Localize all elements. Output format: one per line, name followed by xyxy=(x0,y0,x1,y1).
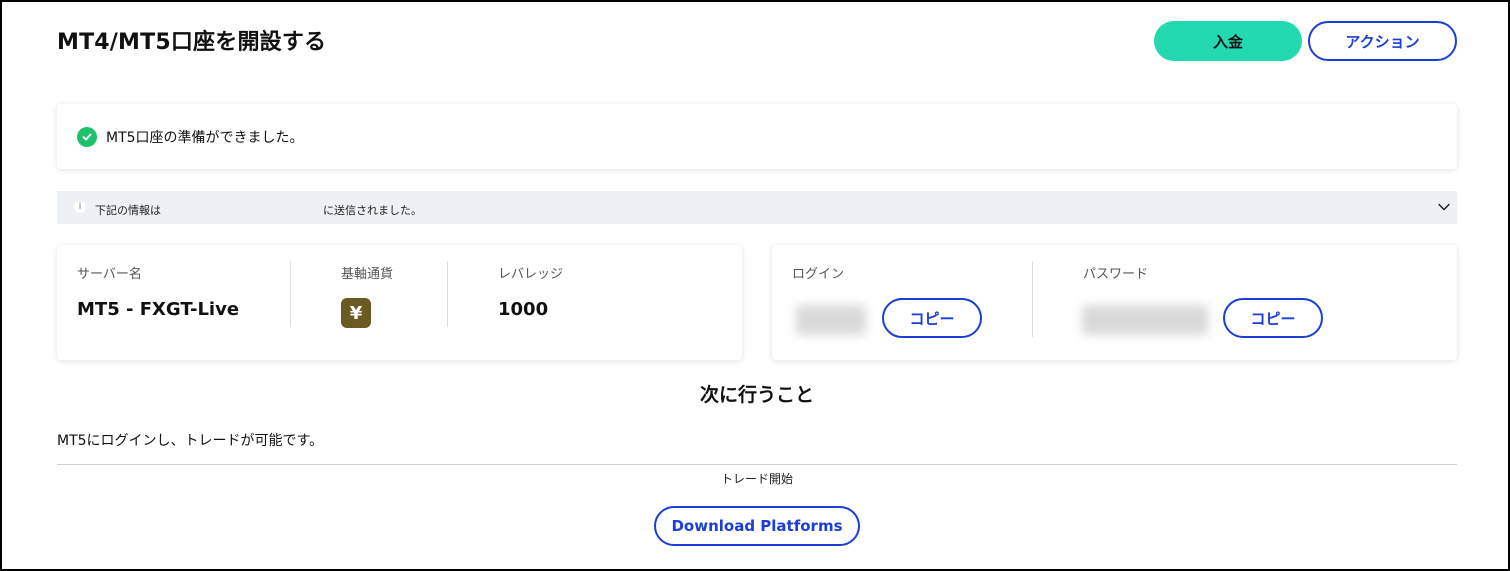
yen-currency-icon: ¥ xyxy=(341,298,371,328)
leverage-value: 1000 xyxy=(498,299,549,320)
password-label: パスワード xyxy=(1083,267,1149,282)
leverage-label: レバレッジ xyxy=(498,267,564,282)
next-steps-description: MT5にログインし、トレードが可能です。 xyxy=(57,433,324,449)
copy-login-button[interactable]: コピー xyxy=(882,298,982,338)
deposit-button[interactable]: 入金 xyxy=(1154,21,1302,61)
info-text-before: 下記の情報は xyxy=(95,204,161,217)
login-value-masked xyxy=(796,305,866,335)
password-value-masked xyxy=(1082,305,1208,335)
check-circle-icon xyxy=(77,126,97,147)
account-ready-message: MT5口座の準備ができました。 xyxy=(106,129,304,146)
credentials-card: ログイン コピー パスワード コピー xyxy=(772,245,1457,360)
divider xyxy=(447,261,448,327)
account-details-card: サーバー名 MT5 - FXGT-Live 基軸通貨 ¥ レバレッジ 1000 xyxy=(57,245,742,360)
next-steps-heading: 次に行うこと xyxy=(699,384,814,406)
account-ready-card: MT5口座の準備ができました。 xyxy=(57,104,1457,169)
action-button[interactable]: アクション xyxy=(1308,21,1457,61)
download-platforms-button[interactable]: Download Platforms xyxy=(654,506,860,546)
login-label: ログイン xyxy=(792,267,845,282)
info-icon: i xyxy=(74,201,86,213)
info-bar[interactable]: i 下記の情報は に送信されました。 xyxy=(57,191,1457,224)
server-name-value: MT5 - FXGT-Live xyxy=(77,299,240,320)
divider xyxy=(57,464,1457,465)
base-currency-label: 基軸通貨 xyxy=(341,267,394,282)
divider xyxy=(1032,261,1033,337)
copy-password-button[interactable]: コピー xyxy=(1223,298,1323,338)
chevron-down-icon[interactable] xyxy=(1437,200,1451,214)
info-text-after: に送信されました。 xyxy=(323,204,422,217)
page-title: MT4/MT5口座を開設する xyxy=(57,30,327,55)
page-frame: MT4/MT5口座を開設する 入金 アクション MT5口座の準備ができました。 … xyxy=(0,0,1510,571)
divider xyxy=(290,261,291,327)
server-name-label: サーバー名 xyxy=(77,267,142,282)
trade-start-label: トレード開始 xyxy=(720,472,793,486)
